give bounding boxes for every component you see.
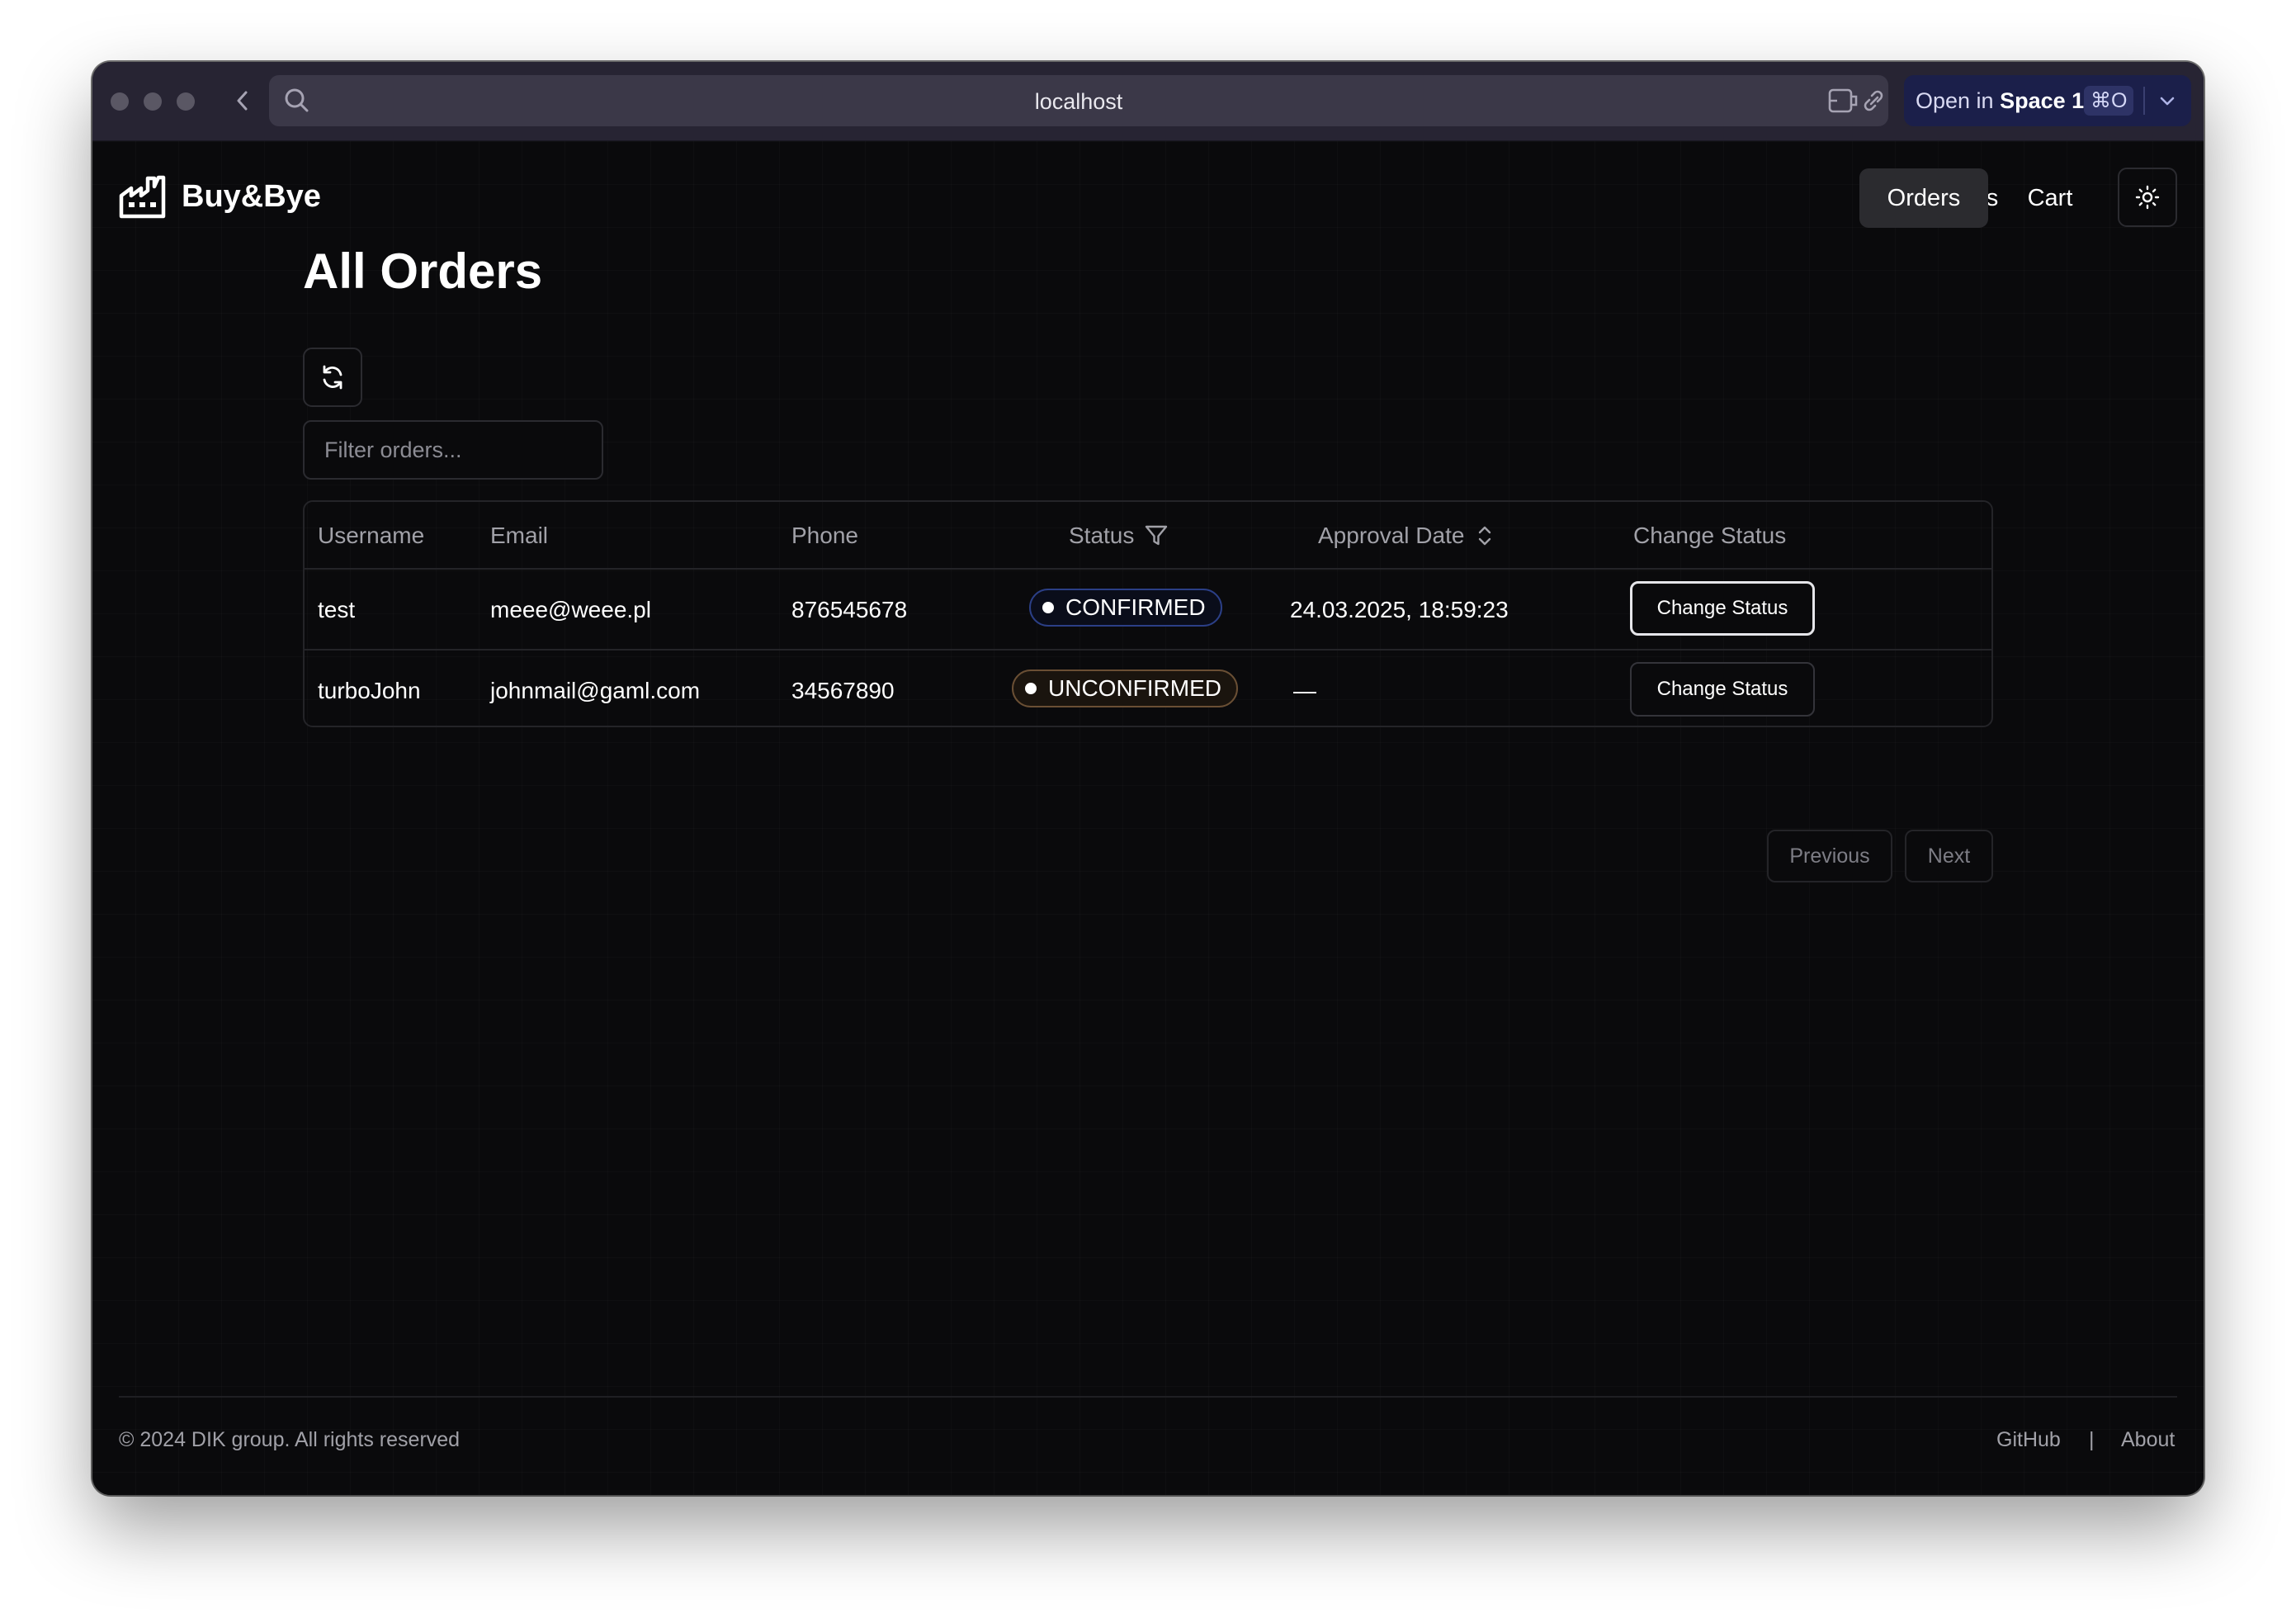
column-change-status: Change Status — [1633, 523, 1787, 548]
link-icon[interactable] — [1860, 87, 1887, 115]
open-in-prefix: Open in — [1916, 88, 1994, 113]
refresh-button[interactable] — [303, 348, 362, 407]
cell-email: johnmail@gaml.com — [490, 678, 701, 703]
factory-icon — [119, 175, 166, 219]
divider — [2143, 87, 2145, 115]
back-button[interactable] — [224, 82, 261, 120]
extension-icon[interactable] — [1827, 87, 1860, 115]
filter-icon[interactable] — [1144, 523, 1169, 548]
window-minimize-button[interactable] — [144, 92, 162, 111]
column-status-label: Status — [1069, 523, 1135, 548]
theme-toggle-button[interactable] — [2118, 168, 2177, 227]
filter-orders-input[interactable] — [303, 420, 603, 480]
status-dot — [1025, 683, 1037, 694]
cell-username: test — [318, 597, 356, 622]
address-bar[interactable]: localhost — [269, 75, 1888, 126]
footer-separator: | — [2089, 1428, 2095, 1451]
status-text: CONFIRMED — [1065, 594, 1206, 620]
space-name: Space 1 — [2000, 88, 2085, 113]
cell-approval-date: — — [1293, 678, 1316, 703]
orders-table: Username Email Phone Status Approval Dat… — [303, 500, 1993, 727]
column-username: Username — [318, 523, 425, 548]
status-badge: UNCONFIRMED — [1012, 669, 1238, 707]
previous-page-button[interactable]: Previous — [1767, 830, 1892, 882]
change-status-button[interactable]: Change Status — [1630, 662, 1815, 717]
cell-username: turboJohn — [318, 678, 421, 703]
refresh-icon — [323, 365, 343, 390]
open-in-space-button[interactable]: Open in Space 1 ⌘O — [1904, 75, 2191, 126]
status-text: UNCONFIRMED — [1048, 675, 1221, 701]
column-phone: Phone — [791, 523, 858, 548]
status-badge: CONFIRMED — [1029, 589, 1222, 627]
page-title: All Orders — [303, 244, 543, 299]
table-header: Username Email Phone Status Approval Dat… — [305, 502, 1991, 570]
browser-toolbar: localhost Open in Space 1 ⌘O — [92, 62, 2204, 141]
cell-approval-date: 24.03.2025, 18:59:23 — [1290, 597, 1509, 622]
app-content: Buy&Bye Products Orders Cart All Orders — [92, 141, 2204, 1495]
nav-cart[interactable]: Cart — [2005, 168, 2095, 228]
chevron-left-icon — [237, 91, 248, 111]
table-row: test meee@weee.pl 876545678 CONFIRMED 24… — [305, 570, 1991, 651]
footer-divider — [119, 1396, 2177, 1398]
column-approval-date-label: Approval Date — [1318, 523, 1465, 548]
next-page-button[interactable]: Next — [1905, 830, 1993, 882]
cell-phone: 876545678 — [791, 597, 908, 622]
window-zoom-button[interactable] — [177, 92, 195, 111]
shortcut-badge: ⌘O — [2084, 86, 2134, 116]
column-status[interactable]: Status — [1069, 523, 1169, 549]
footer-link-github[interactable]: GitHub — [1996, 1428, 2061, 1452]
window-close-button[interactable] — [111, 92, 129, 111]
brand-name: Buy&Bye — [182, 178, 321, 214]
column-approval-date[interactable]: Approval Date — [1318, 523, 1495, 549]
footer-copyright: © 2024 DIK group. All rights reserved — [119, 1428, 461, 1451]
table-row: turboJohn johnmail@gaml.com 34567890 UNC… — [305, 651, 1991, 726]
change-status-button[interactable]: Change Status — [1630, 581, 1815, 636]
footer-link-about[interactable]: About — [2121, 1428, 2175, 1452]
browser-window: localhost Open in Space 1 ⌘O Buy&Bye Pro… — [92, 62, 2204, 1495]
cell-email: meee@weee.pl — [490, 597, 651, 622]
column-email: Email — [490, 523, 549, 548]
open-in-space-label: Open in Space 1 — [1916, 88, 2084, 114]
status-dot — [1042, 602, 1054, 613]
brand-logo[interactable]: Buy&Bye — [119, 174, 321, 219]
sort-icon[interactable] — [1474, 523, 1495, 548]
sun-icon — [2135, 185, 2160, 210]
cell-phone: 34567890 — [791, 678, 895, 703]
url-text: localhost — [1034, 89, 1123, 114]
nav-orders[interactable]: Orders — [1859, 168, 1988, 228]
chevron-down-icon[interactable] — [2157, 90, 2178, 111]
